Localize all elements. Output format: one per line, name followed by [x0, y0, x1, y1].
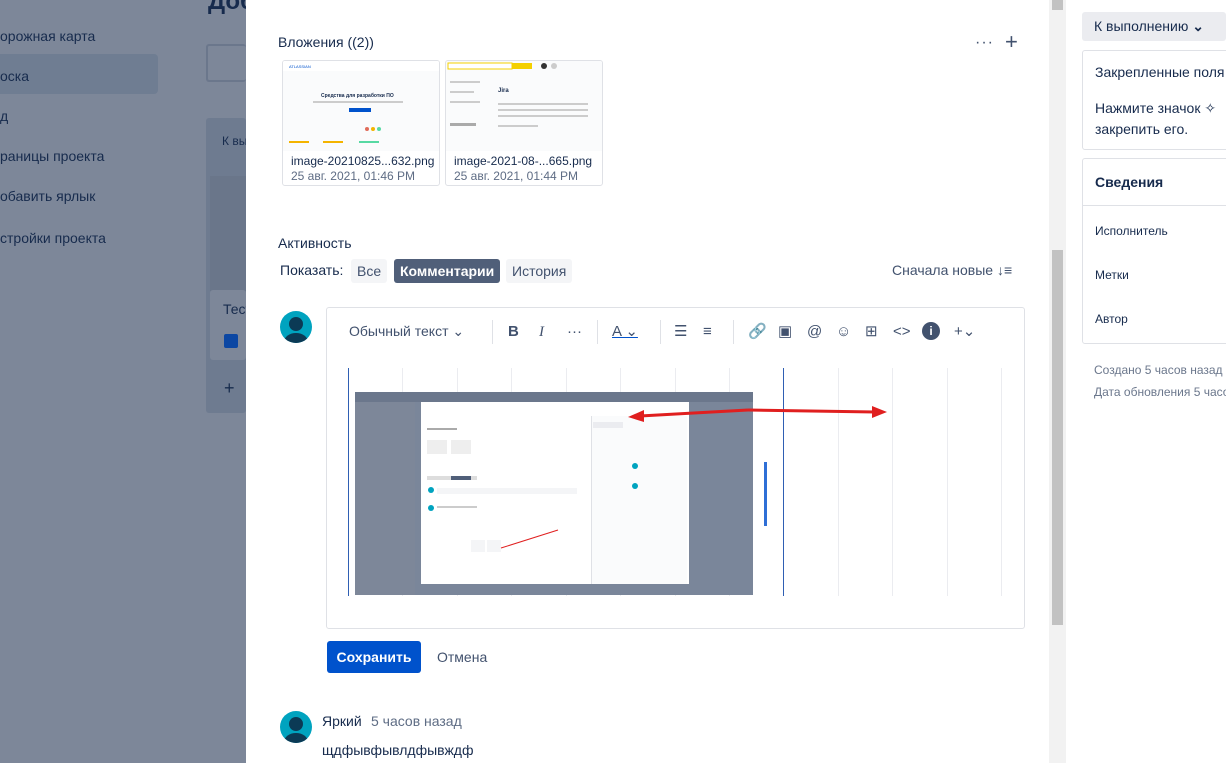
toolbar-divider: [660, 320, 661, 344]
sidebar-item-code[interactable]: д: [0, 108, 8, 124]
board-search: [206, 44, 246, 82]
pinned-fields-title: Закрепленные поля: [1095, 64, 1225, 80]
attachment-name: image-2021-08-...665.png: [454, 154, 593, 168]
grid-line: [1001, 368, 1002, 596]
updated-date: Дата обновления 5 часов: [1094, 385, 1226, 399]
field-reporter: Автор: [1095, 312, 1128, 326]
status-dropdown[interactable]: К выполнению ⌄: [1082, 12, 1226, 41]
save-button[interactable]: Сохранить: [327, 641, 421, 673]
comment-time: 5 часов назад: [371, 713, 462, 729]
toolbar-divider: [597, 320, 598, 344]
avatar: [280, 311, 312, 343]
chevron-down-icon: ⌄: [452, 323, 465, 339]
checkbox-icon: [224, 334, 238, 348]
sidebar-item-project-pages[interactable]: раницы проекта: [0, 148, 104, 164]
status-label: К выполнению: [1094, 18, 1189, 34]
attachment-card[interactable]: ATLASSIAN Средства для разработки ПО ima…: [282, 60, 440, 186]
code-icon[interactable]: <>: [893, 322, 911, 342]
text-cursor: [764, 462, 767, 526]
sidebar-item-add-shortcut[interactable]: обавить ярлык: [0, 188, 95, 204]
scrollbar-thumb[interactable]: [1052, 250, 1063, 625]
sort-label: Сначала новые: [892, 262, 994, 278]
more-formatting-icon[interactable]: ···: [567, 322, 582, 342]
text-style-dropdown[interactable]: Обычный текст ⌄: [349, 323, 464, 340]
details-title[interactable]: Сведения: [1095, 174, 1163, 190]
attachment-card[interactable]: Jira image-2021-08-...665.png 25 авг. 20…: [445, 60, 603, 186]
pinned-fields-hint: Нажмите значок ✧ закрепить его.: [1095, 100, 1217, 137]
more-icon[interactable]: ···: [975, 34, 994, 52]
attachment-preview: Jira: [446, 61, 602, 151]
activity-title: Активность: [278, 235, 352, 251]
show-label: Показать:: [280, 262, 344, 278]
toolbar-divider: [492, 320, 493, 344]
annotation-arrows: [628, 406, 887, 422]
grid-line: [348, 368, 349, 596]
italic-icon[interactable]: I: [539, 322, 544, 342]
grid-line: [892, 368, 893, 596]
numbered-list-icon[interactable]: ≡: [703, 322, 712, 342]
mention-icon[interactable]: @: [807, 322, 822, 342]
add-attachment-icon[interactable]: +: [1005, 30, 1018, 54]
sort-icon: ↓≡: [996, 262, 1013, 278]
preview-heading: Средства для разработки ПО: [321, 92, 394, 99]
cancel-button[interactable]: Отмена: [437, 649, 487, 665]
comment-text: щдфывфывлдфывждф: [322, 742, 474, 758]
preview-heading: Jira: [498, 88, 509, 94]
bold-icon[interactable]: B: [508, 322, 519, 342]
chevron-down-icon: ⌄: [1192, 18, 1204, 34]
project-sidebar: [0, 0, 168, 763]
comment-author[interactable]: Яркий: [322, 713, 362, 729]
text-color-icon[interactable]: A ⌄: [612, 322, 638, 342]
info-icon[interactable]: i: [922, 322, 940, 340]
text-style-label: Обычный текст: [349, 323, 449, 339]
sort-button[interactable]: Сначала новые ↓≡: [892, 262, 1012, 278]
attachment-date: 25 авг. 2021, 01:46 PM: [291, 169, 416, 183]
created-date: Создано 5 часов назад: [1094, 363, 1223, 377]
scrollbar-top: [1052, 0, 1063, 10]
filter-all-button[interactable]: Все: [351, 259, 388, 283]
table-icon[interactable]: ⊞: [865, 322, 878, 342]
attachment-preview: ATLASSIAN Средства для разработки ПО: [283, 61, 439, 151]
link-icon[interactable]: 🔗: [748, 322, 767, 342]
details-divider: [1082, 205, 1226, 206]
plus-icon: +: [224, 378, 235, 398]
filter-history-button[interactable]: История: [506, 259, 573, 283]
attachments-title: Вложения ((2)): [278, 34, 374, 50]
emoji-icon[interactable]: ☺: [836, 322, 851, 342]
sidebar-item-project-settings[interactable]: стройки проекта: [0, 230, 106, 246]
board-card-image: [210, 176, 246, 291]
board-column-title: К вы: [222, 134, 248, 148]
avatar: [280, 711, 312, 743]
editor-toolbar: Обычный текст ⌄ B I ··· A ⌄ ☰ ≡ 🔗 ▣ @ ☺ …: [327, 308, 1024, 356]
field-assignee: Исполнитель: [1095, 224, 1168, 238]
field-labels: Метки: [1095, 268, 1129, 282]
attachment-date: 25 авг. 2021, 01:44 PM: [454, 169, 579, 183]
filter-comments-button[interactable]: Комментарии: [394, 259, 501, 283]
grid-line: [947, 368, 948, 596]
attachment-name: image-20210825...632.png: [291, 154, 435, 168]
image-icon[interactable]: ▣: [778, 322, 792, 342]
toolbar-divider: [733, 320, 734, 344]
sidebar-item-board[interactable]: оска: [0, 68, 29, 84]
preview-brand: ATLASSIAN: [289, 64, 311, 69]
sidebar-item-roadmap[interactable]: орожная карта: [0, 28, 95, 44]
bullet-list-icon[interactable]: ☰: [674, 322, 687, 342]
insert-more-icon[interactable]: +⌄: [954, 322, 975, 342]
